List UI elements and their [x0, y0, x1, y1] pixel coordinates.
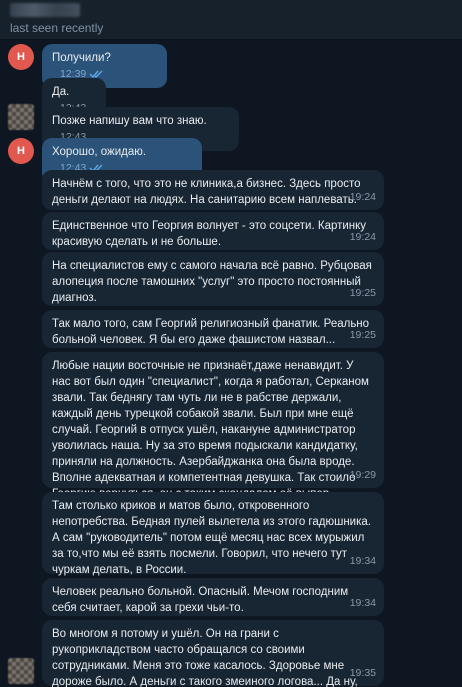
message-text: Начнём с того, что это не клиника,а бизн…	[52, 178, 364, 206]
my-avatar[interactable]: H	[8, 44, 34, 70]
message-bubble-incoming[interactable]: Единственное что Георгия волнует - это с…	[42, 212, 384, 250]
message-bubble-incoming[interactable]: Так мало того, сам Георгий религиозный ф…	[42, 310, 384, 348]
message-text: Человек реально больной. Опасный. Мечом …	[52, 586, 352, 614]
chat-window: last seen recently H Получили? 12:39 Да.…	[0, 0, 462, 687]
message-text: Так мало того, сам Георгий религиозный ф…	[52, 318, 373, 346]
message-time: 19:24	[349, 191, 376, 203]
message-bubble-incoming[interactable]: Начнём с того, что это не клиника,а бизн…	[42, 170, 384, 210]
message-time: 19:35	[349, 667, 376, 679]
message-time: 19:34	[349, 597, 376, 609]
message-bubble-incoming[interactable]: На специалистов ему с самого начала всё …	[42, 252, 384, 306]
message-bubble-incoming[interactable]: Там столько криков и матов было, открове…	[42, 492, 384, 576]
contact-avatar-redacted[interactable]	[8, 104, 34, 130]
message-time: 19:25	[349, 287, 376, 299]
chat-header[interactable]: last seen recently	[0, 0, 462, 40]
message-text: Позже напишу вам что знаю.	[52, 115, 207, 127]
message-time: 19:25	[349, 329, 376, 341]
message-text: Да.	[52, 86, 70, 98]
my-avatar[interactable]: H	[8, 138, 34, 164]
last-seen-status: last seen recently	[10, 21, 104, 35]
message-time: 19:24	[349, 231, 376, 243]
message-text: Во многом я потому и ушёл. Он на грани с…	[52, 628, 358, 687]
contact-name-redacted	[10, 3, 80, 17]
message-bubble-incoming[interactable]: Во многом я потому и ушёл. Он на грани с…	[42, 620, 384, 687]
message-time: 19:34	[349, 555, 376, 567]
contact-avatar-redacted[interactable]	[8, 658, 34, 684]
message-text: Получили?	[52, 52, 111, 64]
message-bubble-incoming[interactable]: Любые нации восточные не признаёт,даже н…	[42, 352, 384, 500]
message-bubble-incoming[interactable]: Человек реально больной. Опасный. Мечом …	[42, 578, 384, 616]
message-text: Единственное что Георгия волнует - это с…	[52, 220, 370, 248]
message-text: Хорошо, ожидаю.	[52, 146, 147, 158]
message-time: 19:29	[349, 469, 376, 481]
message-text: Любые нации восточные не признаёт,даже н…	[52, 360, 369, 500]
message-text: Там столько криков и матов было, открове…	[52, 500, 375, 576]
message-text: На специалистов ему с самого начала всё …	[52, 260, 376, 304]
